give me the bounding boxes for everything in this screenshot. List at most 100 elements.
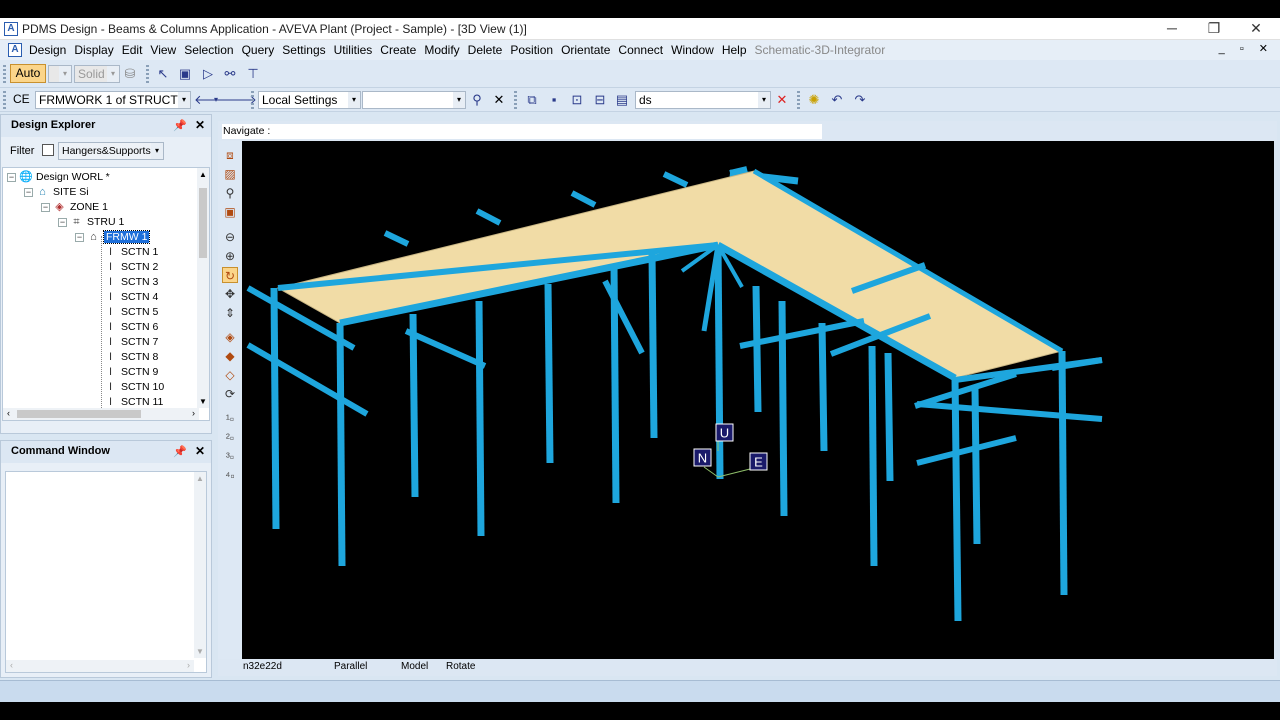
column[interactable]	[752, 285, 762, 413]
secondary-beam[interactable]	[475, 208, 502, 226]
menu-window[interactable]: Window	[671, 43, 714, 57]
column[interactable]	[475, 300, 485, 537]
menu-delete[interactable]: Delete	[468, 43, 503, 57]
cantilever-beam[interactable]	[404, 328, 487, 369]
menu-connect[interactable]: Connect	[618, 43, 663, 57]
menu-help[interactable]: Help	[722, 43, 747, 57]
minimize-button[interactable]: ─	[1152, 18, 1192, 40]
tree-item[interactable]: I SCTN 5	[104, 305, 158, 320]
secondary-beam[interactable]	[662, 171, 689, 188]
view-frame-icon[interactable]: ⊡	[569, 92, 585, 108]
walk-icon[interactable]: ⇕	[222, 305, 238, 321]
tree-horizontal-scrollbar[interactable]: ‹ ›	[3, 408, 199, 420]
saved-view-1-icon[interactable]: ¹▫	[222, 411, 238, 427]
box-icon[interactable]: ▣	[222, 204, 238, 220]
menu-utilities[interactable]: Utilities	[334, 43, 373, 57]
current-element-dropdown[interactable]: FRMWORK 1 of STRUCTURE ▾	[35, 91, 191, 109]
refresh-view-icon[interactable]: ⟳	[222, 386, 238, 402]
menu-view[interactable]: View	[150, 43, 176, 57]
select-pointer-icon[interactable]: ↖	[155, 66, 171, 82]
command-horizontal-scrollbar[interactable]: ‹ ›	[6, 660, 194, 672]
tree-item[interactable]: I SCTN 7	[104, 335, 158, 350]
tree-hscroll-thumb[interactable]	[17, 410, 141, 418]
tree-item[interactable]: ⌂ SITE Si	[36, 185, 88, 200]
column[interactable]	[884, 352, 894, 482]
zoom-box-icon[interactable]: ▨	[222, 166, 238, 182]
menu-position[interactable]: Position	[510, 43, 553, 57]
highlight-icon[interactable]: ✺	[806, 92, 822, 108]
column[interactable]	[971, 388, 981, 545]
menu-display[interactable]: Display	[74, 43, 113, 57]
tree-item[interactable]: I SCTN 8	[104, 350, 158, 365]
tree-vertical-scrollbar[interactable]: ▲ ▼	[197, 168, 209, 408]
tree-item[interactable]: I SCTN 4	[104, 290, 158, 305]
toolbar-grip-6[interactable]	[797, 91, 800, 109]
toolbar-grip[interactable]	[3, 65, 6, 83]
tree-item[interactable]: 🌐 Design WORL *	[19, 170, 110, 185]
iso-view-icon[interactable]: ◈	[222, 329, 238, 345]
menu-edit[interactable]: Edit	[122, 43, 143, 57]
clear-icon[interactable]: ✕	[491, 92, 507, 108]
column[interactable]	[648, 253, 658, 439]
column[interactable]	[610, 264, 620, 504]
elevation-view-icon[interactable]: ◆	[222, 348, 238, 364]
command-output-area[interactable]: ▲ ▼ ‹ ›	[5, 471, 207, 673]
menu-query[interactable]: Query	[242, 43, 275, 57]
command-vertical-scrollbar[interactable]: ▲ ▼	[194, 472, 206, 658]
tree-expander[interactable]: −	[58, 218, 67, 227]
tree-item[interactable]: ⌂ FRMW 1	[87, 230, 151, 245]
menu-orientate[interactable]: Orientate	[561, 43, 610, 57]
branch-icon[interactable]: ⚯	[222, 66, 238, 82]
secondary-beam[interactable]	[383, 230, 410, 247]
mdi-controls[interactable]: _ ▫ ✕	[1219, 42, 1274, 55]
top-beam-stub[interactable]	[729, 166, 748, 176]
pin-icon-2[interactable]: 📌	[173, 445, 187, 458]
binoculars-icon[interactable]: ⚲	[469, 92, 485, 108]
ds-dropdown[interactable]: ds ▾	[635, 91, 771, 109]
secondary-beam[interactable]	[570, 190, 597, 208]
view-restore-icon[interactable]: ⊟	[592, 92, 608, 108]
column[interactable]	[778, 300, 788, 517]
document-menu-icon[interactable]: A	[8, 43, 22, 57]
column[interactable]	[1058, 350, 1068, 596]
saved-view-4-icon[interactable]: ⁴▫	[222, 468, 238, 484]
auto-button[interactable]: Auto	[10, 64, 46, 83]
saved-view-3-icon[interactable]: ³▫	[222, 449, 238, 465]
toolbar-grip-5[interactable]	[514, 91, 517, 109]
toolbar-grip-2[interactable]	[146, 65, 149, 83]
tree-item[interactable]: I SCTN 6	[104, 320, 158, 335]
tree-scroll-thumb[interactable]	[199, 188, 207, 258]
tree-expander[interactable]: −	[75, 233, 84, 242]
menu-selection[interactable]: Selection	[184, 43, 233, 57]
column[interactable]	[868, 345, 878, 567]
play-icon[interactable]: ▷	[200, 66, 216, 82]
restore-button[interactable]: ❐	[1194, 18, 1234, 40]
redo-icon[interactable]: ↷	[852, 92, 868, 108]
plan-view-icon[interactable]: ◇	[222, 367, 238, 383]
filter-checkbox[interactable]	[42, 144, 54, 156]
cantilever-beam[interactable]	[602, 279, 645, 355]
copy-icon[interactable]: ⧉	[524, 92, 540, 108]
delete-icon[interactable]: ✕	[774, 92, 790, 108]
toolbar-grip-3[interactable]	[3, 91, 6, 109]
zoom-search-icon[interactable]: ⚲	[222, 185, 238, 201]
3d-viewport[interactable]: U N E	[242, 141, 1274, 659]
tree-expander[interactable]: −	[24, 188, 33, 197]
undo-icon[interactable]: ↶	[829, 92, 845, 108]
saved-view-2-icon[interactable]: ²▫	[222, 430, 238, 446]
tree-item[interactable]: I SCTN 2	[104, 260, 158, 275]
zoom-out-icon[interactable]: ⊖	[222, 229, 238, 245]
rotate-icon[interactable]: ↻	[222, 267, 238, 283]
column[interactable]	[818, 322, 828, 452]
column[interactable]	[544, 283, 554, 464]
tree-item[interactable]: I SCTN 9	[104, 365, 158, 380]
toolbar-grip-4[interactable]	[251, 91, 254, 109]
cantilever-beam-lower[interactable]	[246, 342, 369, 417]
tree-item[interactable]: I SCTN 10	[104, 380, 164, 395]
close-button[interactable]: ✕	[1236, 18, 1276, 40]
tree-item[interactable]: ⌗ STRU 1	[70, 215, 124, 230]
pin-icon[interactable]: 📌	[173, 119, 187, 132]
forward-arrow-icon[interactable]: 🡒	[222, 92, 257, 108]
menu-design[interactable]: Design	[29, 43, 66, 57]
dimension-icon[interactable]: ⊤	[245, 66, 261, 82]
